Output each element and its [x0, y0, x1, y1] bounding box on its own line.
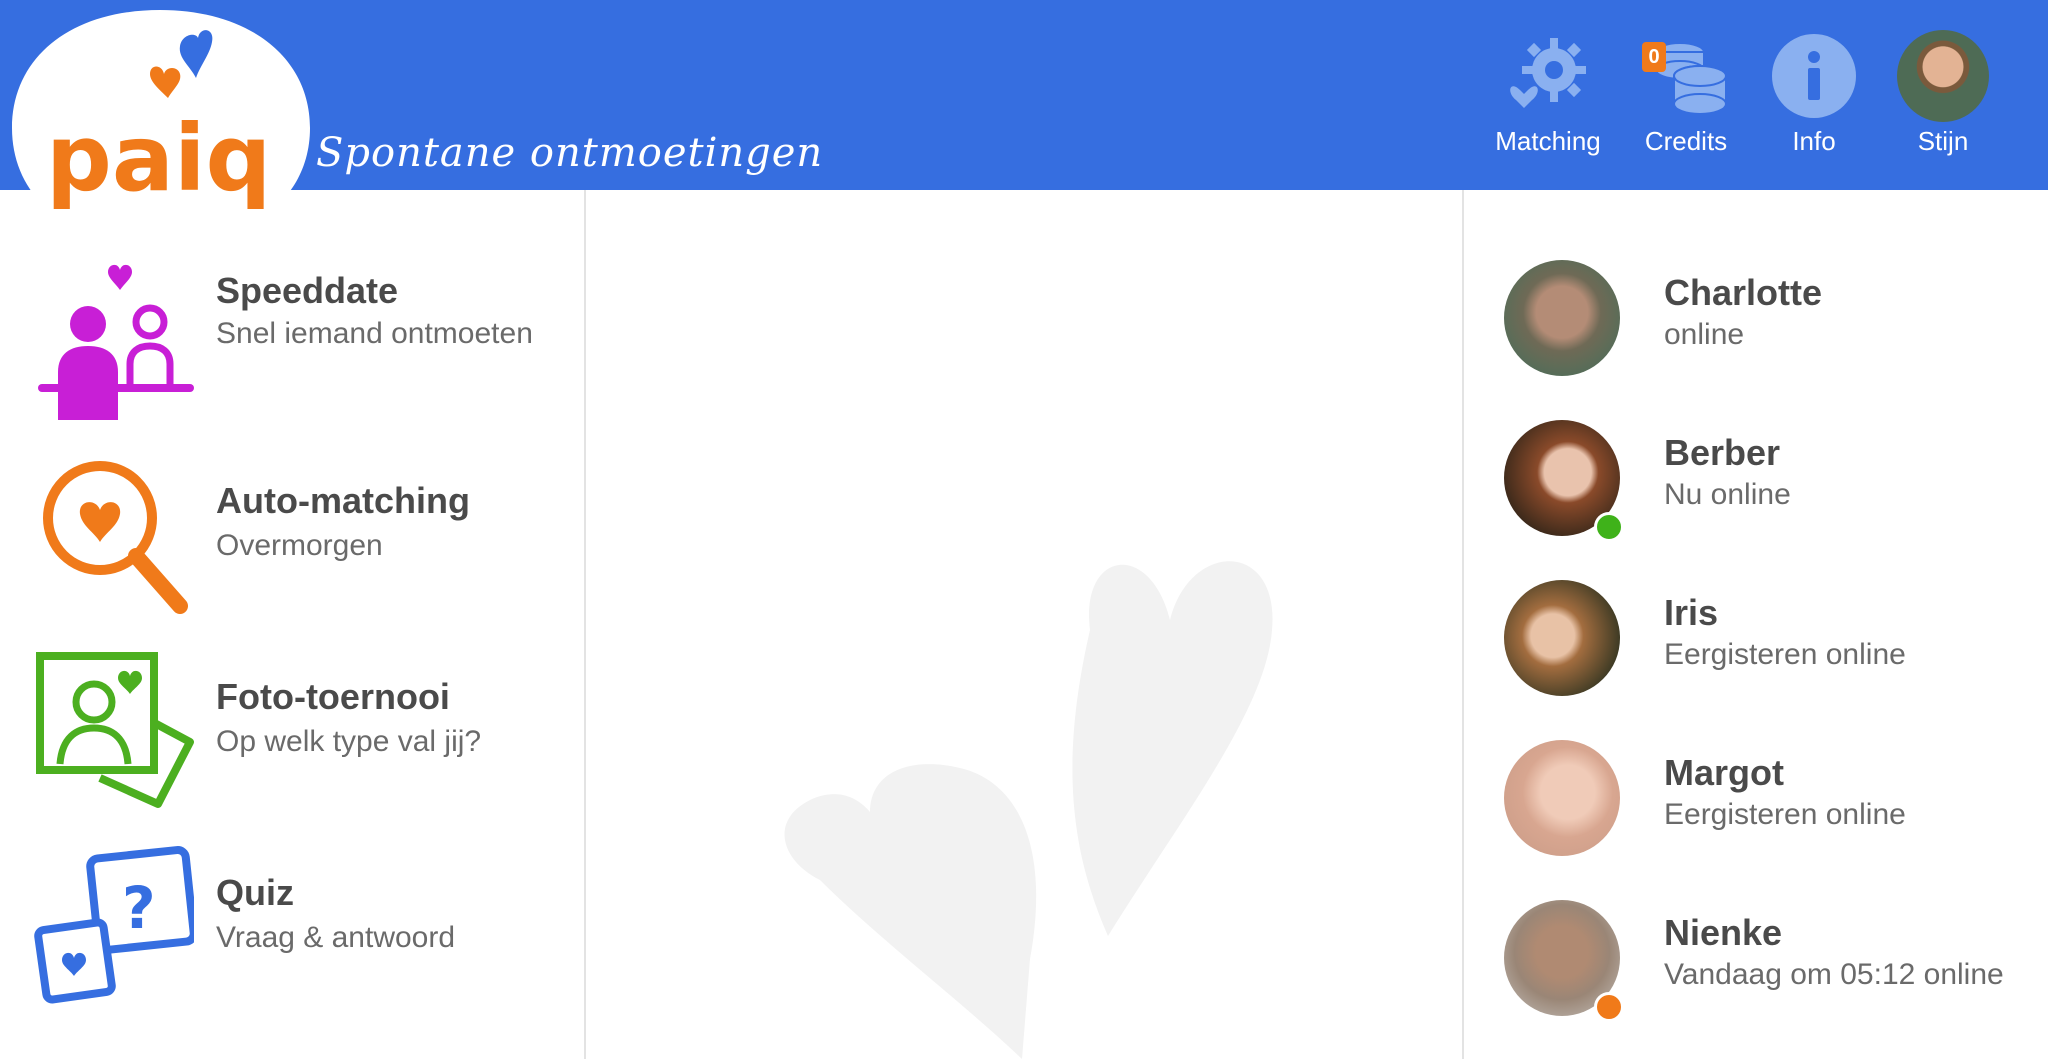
contact-berber[interactable]: Berber Nu online: [1500, 400, 2048, 560]
nav-profile-button[interactable]: Stijn: [1890, 30, 1996, 157]
auto-matching-subtitle: Overmorgen: [216, 529, 383, 562]
contact-iris[interactable]: Iris Eergisteren online: [1500, 560, 2048, 720]
nav-matching-button[interactable]: Matching: [1488, 30, 1608, 157]
svg-text:?: ?: [122, 874, 156, 942]
speeddate-title: Speeddate: [216, 270, 399, 311]
contact-status: Eergisteren online: [1664, 638, 1906, 671]
online-status-dot: [1594, 512, 1624, 542]
contact-status: Eergisteren online: [1664, 798, 1906, 831]
auto-matching-title: Auto-matching: [216, 480, 470, 521]
menu-item-quiz[interactable]: ? Quiz Vraag & antwoord: [0, 836, 580, 1016]
speeddate-icon: [34, 260, 194, 420]
photo-tournament-icon: [34, 650, 194, 810]
contact-name: Margot: [1664, 752, 1784, 793]
away-status-dot: [1594, 992, 1624, 1022]
foto-toernooi-subtitle: Op welk type val jij?: [216, 725, 482, 758]
speeddate-subtitle: Snel iemand ontmoeten: [216, 317, 533, 350]
avatar: [1504, 580, 1620, 696]
right-divider: [1462, 190, 1464, 1059]
avatar: [1897, 30, 1989, 122]
contact-status: online: [1664, 318, 1745, 351]
quiz-dice-icon: ?: [34, 846, 198, 1006]
contact-name: Iris: [1664, 592, 1719, 633]
foto-toernooi-title: Foto-toernooi: [216, 676, 450, 717]
tagline: Spontane ontmoetingen: [316, 130, 824, 176]
menu-item-speeddate[interactable]: Speeddate Snel iemand ontmoeten: [0, 250, 580, 430]
nav-profile-label: Stijn: [1917, 126, 1969, 156]
contact-name: Nienke: [1664, 912, 1783, 953]
nav-credits-label: Credits: [1644, 126, 1728, 156]
quiz-title: Quiz: [216, 872, 294, 913]
coins-icon: 0: [1640, 30, 1732, 122]
paiq-logo[interactable]: paiq: [10, 8, 320, 278]
avatar: [1504, 740, 1620, 856]
app-page: Spontane ontmoetingen Matching 0 Credits…: [0, 0, 2048, 1059]
credits-count-badge: 0: [1642, 42, 1666, 72]
logo-wordmark: paiq: [46, 105, 271, 212]
menu-item-auto-matching[interactable]: Auto-matching Overmorgen: [0, 444, 580, 624]
contact-charlotte[interactable]: Charlotte online: [1500, 240, 2048, 400]
contact-status: Vandaag om 05:12 online: [1664, 958, 2004, 991]
contact-name: Berber: [1664, 432, 1781, 473]
menu-item-foto-toernooi[interactable]: Foto-toernooi Op welk type val jij?: [0, 640, 580, 820]
avatar: [1504, 260, 1620, 376]
quiz-subtitle: Vraag & antwoord: [216, 921, 456, 954]
nav-info-button[interactable]: Info: [1764, 30, 1864, 157]
hearts-watermark: [760, 560, 1300, 1059]
magnifier-heart-icon: [34, 454, 194, 614]
contact-status: Nu online: [1664, 478, 1791, 511]
gear-heart-icon: [1502, 30, 1594, 122]
nav-info-label: Info: [1792, 126, 1836, 156]
info-icon: [1768, 30, 1860, 122]
contact-name: Charlotte: [1664, 272, 1823, 313]
left-divider: [584, 190, 586, 1059]
nav-matching-label: Matching: [1495, 126, 1601, 156]
contact-margot[interactable]: Margot Eergisteren online: [1500, 720, 2048, 880]
contact-nienke[interactable]: Nienke Vandaag om 05:12 online: [1500, 880, 2048, 1040]
nav-credits-button[interactable]: 0 Credits: [1628, 30, 1744, 157]
